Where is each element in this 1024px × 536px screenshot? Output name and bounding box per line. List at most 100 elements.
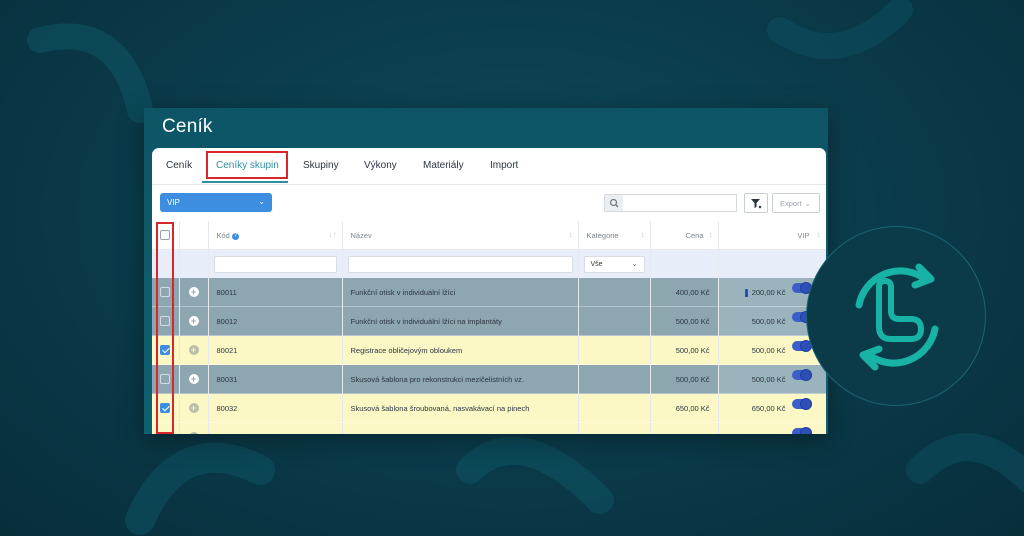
tab-highlight-frame [206,151,288,179]
row-expand-cell: + [179,393,209,423]
name-value: Registrace obličejovým obloukem [350,345,463,355]
price-cell: 500,00 Kč [650,306,719,336]
price-cell: 500,00 Kč [650,335,719,365]
content-panel: Ceník Ceníky skupin Skupiny Výkony Mater… [152,148,826,434]
row-select-cell [152,335,180,365]
tab-bar: Ceník Ceníky skupin Skupiny Výkony Mater… [152,148,826,185]
code-value: 80031 [216,374,238,384]
category-cell [578,364,651,394]
column-header-code[interactable]: Kód? ↓↑ [208,221,343,250]
table-row[interactable]: +80031 Skusová šablona pro rekonstrukci m… [152,364,826,394]
table-row[interactable]: +80090Folie na bělení 750,00 Kč 750,00 Kč [152,422,826,435]
name-filter-input[interactable] [347,255,573,273]
vip-price-value: 500,00 Kč [751,345,786,355]
info-icon: ❚ [743,287,750,297]
expand-header-cell [179,221,209,250]
row-select-cell [152,422,180,434]
filter-cell [208,249,343,278]
table-row[interactable]: +80011 Funkční otisk v individuální lžíci… [152,278,826,307]
price-table: Kód? ↓↑ Název ↕ Kategorie ↕ Cena ↕ VIP ↕ Vše ⌄ [152,221,826,434]
row-checkbox[interactable] [160,316,171,326]
row-checkbox[interactable] [160,287,171,297]
code-filter-input[interactable] [213,255,337,273]
table-row[interactable]: +80012 Funkční otisk v individuální lžíci… [152,306,826,336]
price-value: 500,00 Kč [675,345,710,355]
filter-cell [650,249,719,278]
code-value: 80012 [216,316,238,326]
expand-plus-icon[interactable]: + [188,316,199,326]
sort-icon[interactable]: ↕ [569,230,573,239]
search-input[interactable] [623,194,737,212]
expand-plus-icon[interactable]: + [188,432,199,434]
price-value: 400,00 Kč [675,287,710,297]
expand-plus-icon[interactable]: + [188,345,199,355]
filter-button[interactable] [744,193,768,213]
code-cell: 80011 [208,278,343,307]
brand-logo [806,226,986,406]
row-checkbox[interactable] [160,403,171,413]
tab-cenik[interactable]: Ceník [166,160,192,171]
name-cell: Folie na bělení [342,422,579,434]
category-cell [578,393,651,423]
table-row[interactable]: +80021 Registrace obličejovým obloukem 500… [152,335,826,365]
chevron-down-icon: ⌄ [258,197,265,206]
tab-materialy[interactable]: Materiály [423,160,464,171]
name-cell: Registrace obličejovým obloukem [342,335,579,365]
vip-price-value: 650,00 Kč [751,403,786,413]
export-label: Export [780,199,802,208]
name-cell: Funkční otisk v individuální lžíci na im… [342,306,579,336]
page-title: Ceník [162,116,213,137]
sort-icon[interactable]: ↓↑ [329,230,337,239]
group-select[interactable]: VIP ⌄ [160,193,272,212]
row-checkbox[interactable] [160,374,171,384]
name-value: Funkční otisk v individuální lžíci na im… [350,316,502,326]
vip-price-value: 500,00 Kč [751,374,786,384]
expand-plus-icon[interactable]: + [188,374,199,384]
category-cell [578,422,651,434]
table-body: +80011 Funkční otisk v individuální lžíci… [152,278,826,434]
row-select-cell [152,393,180,423]
row-expand-cell: + [179,364,209,394]
row-checkbox[interactable] [160,345,171,355]
price-value: 500,00 Kč [675,374,710,384]
price-cell: 500,00 Kč [650,364,719,394]
row-select-cell [152,278,180,307]
price-cell: 400,00 Kč [650,278,719,307]
column-header-price[interactable]: Cena ↕ [650,221,719,250]
name-cell: Skusová šablona šroubovaná, nasvakávací … [342,393,579,423]
expand-plus-icon[interactable]: + [188,287,199,297]
code-cell: 80090 [208,422,343,435]
row-expand-cell: + [179,335,209,365]
sort-icon[interactable]: ↕ [641,230,645,239]
vip-price-value: 200,00 Kč [751,287,786,297]
tab-skupiny[interactable]: Skupiny [303,160,339,171]
category-filter-select[interactable]: Vše ⌄ [583,255,645,273]
help-icon[interactable]: ? [231,232,239,240]
code-value: 80090 [209,433,342,435]
column-header-category[interactable]: Kategorie ↕ [578,221,651,250]
row-select-cell [152,306,180,336]
column-header-name[interactable]: Název ↕ [342,221,579,250]
search-button[interactable] [604,194,624,212]
category-filter-value: Vše [590,260,603,268]
sort-icon[interactable]: ↕ [709,230,713,239]
vip-price-value: 500,00 Kč [751,316,786,326]
code-header-label: Kód [216,230,230,240]
table-header-row: Kód? ↓↑ Název ↕ Kategorie ↕ Cena ↕ VIP ↕ [152,221,826,250]
category-cell [578,278,651,307]
expand-plus-icon[interactable]: + [188,403,199,413]
vip-toggle[interactable] [791,426,812,434]
category-header-label: Kategorie [586,230,619,240]
tab-import[interactable]: Import [490,160,518,171]
tab-vykony[interactable]: Výkony [364,160,397,171]
vip-cell: 750,00 Kč [718,422,826,434]
select-all-checkbox[interactable] [160,230,171,240]
row-checkbox[interactable] [160,432,171,434]
name-value: Skusová šablona pro rekonstrukci mezičel… [350,374,524,384]
sync-logo-icon [855,263,939,371]
table-row[interactable]: +80032 Skusová šablona šroubovaná, nasvak… [152,393,826,423]
export-button[interactable]: Export ⌄ [772,193,820,213]
search-icon [609,198,619,208]
row-select-cell [152,364,180,394]
code-cell: 80032 [208,393,343,423]
